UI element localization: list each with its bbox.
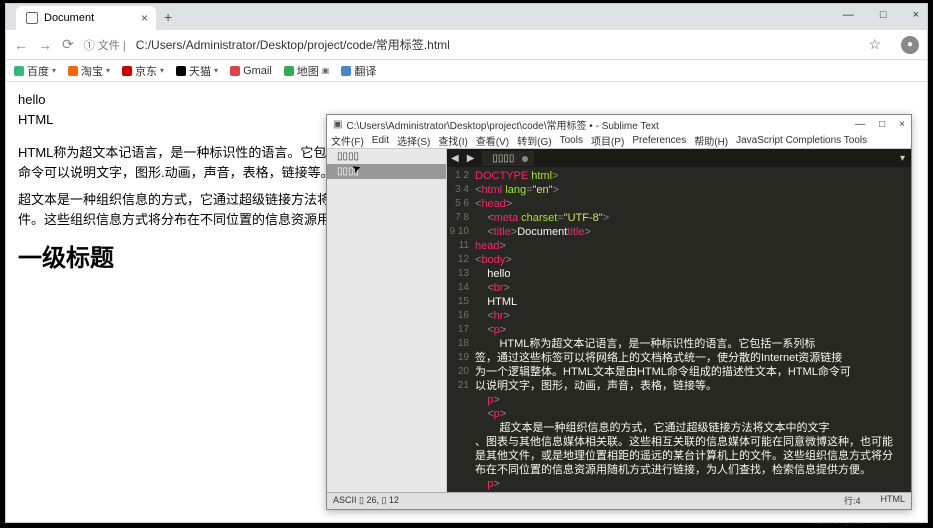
status-line-col[interactable]: 行:4 bbox=[844, 494, 861, 507]
favicon-icon bbox=[14, 66, 24, 76]
favicon-icon bbox=[176, 66, 186, 76]
tab-title: Document bbox=[44, 12, 94, 24]
sublime-title-text: C:\Users\Administrator\Desktop\project\c… bbox=[346, 117, 855, 132]
line-numbers: 1 2 3 4 5 6 7 8 9 10 11 12 13 14 15 16 1… bbox=[447, 167, 475, 492]
status-syntax[interactable]: HTML bbox=[881, 494, 906, 507]
sublime-sidebar: ▯▯▯▯ ▯▯▯▯ bbox=[327, 149, 447, 492]
chrome-toolbar: ← → ⟳ ① 文件 | C:/Users/Administrator/Desk… bbox=[6, 30, 927, 60]
editor-area: ◀ ▶ ▯▯▯▯ ▾ 1 2 3 4 5 6 7 8 9 10 11 12 13… bbox=[447, 149, 911, 492]
text-line: hello bbox=[18, 90, 915, 110]
close-tab-icon[interactable]: × bbox=[141, 11, 148, 25]
user-avatar-icon[interactable]: ● bbox=[901, 36, 919, 54]
tab-nav-left-icon[interactable]: ◀ bbox=[447, 153, 463, 164]
bookmark-item[interactable]: 淘宝▾ bbox=[68, 63, 110, 79]
menu-item[interactable]: 文件(F) bbox=[331, 133, 364, 148]
address-prefix: ① 文件 | bbox=[84, 37, 126, 53]
maximize-button[interactable]: □ bbox=[879, 119, 885, 130]
menu-item[interactable]: 转到(G) bbox=[517, 133, 551, 148]
menu-item[interactable]: 选择(S) bbox=[397, 133, 430, 148]
sublime-titlebar[interactable]: ▣ C:\Users\Administrator\Desktop\project… bbox=[327, 115, 911, 133]
reload-button[interactable]: ⟳ bbox=[62, 36, 74, 53]
bookmarks-bar: 百度▾ 淘宝▾ 京东▾ 天猫▾ Gmail 地图▣ 翻译 bbox=[6, 60, 927, 82]
watermark: https://blog.csdn.net/renaixu0314 bbox=[809, 517, 927, 526]
bookmark-item[interactable]: 地图▣ bbox=[284, 63, 330, 79]
menu-item[interactable]: 查找(I) bbox=[438, 133, 467, 148]
close-window-button[interactable]: × bbox=[909, 7, 923, 23]
bookmark-item[interactable]: 天猫▾ bbox=[176, 63, 218, 79]
sublime-menu-bar: 文件(F) Edit 选择(S) 查找(I) 查看(V) 转到(G) Tools 项目(P) P… bbox=[327, 133, 911, 149]
browser-tab[interactable]: Document × bbox=[16, 6, 156, 30]
code-editor[interactable]: 1 2 3 4 5 6 7 8 9 10 11 12 13 14 15 16 1… bbox=[447, 167, 911, 492]
page-icon bbox=[26, 12, 38, 24]
sublime-status-bar: ASCII ▯ 26, ▯ 12 行:4 HTML bbox=[327, 492, 911, 508]
chrome-window-controls: — □ × bbox=[839, 7, 923, 23]
chrome-tab-strip: Document × + — □ × bbox=[6, 4, 927, 30]
bookmark-star-icon[interactable]: ☆ bbox=[868, 36, 881, 53]
new-tab-button[interactable]: + bbox=[164, 9, 172, 25]
sublime-body: ▯▯▯▯ ▯▯▯▯ ◀ ▶ ▯▯▯▯ ▾ 1 2 3 4 5 6 7 8 9 1… bbox=[327, 149, 911, 492]
favicon-icon bbox=[68, 66, 78, 76]
editor-tab-bar: ◀ ▶ ▯▯▯▯ ▾ bbox=[447, 149, 911, 167]
editor-tab-label: ▯▯▯▯ bbox=[492, 153, 514, 164]
menu-item[interactable]: 项目(P) bbox=[591, 133, 624, 148]
sublime-window-controls: — □ × bbox=[855, 119, 905, 130]
menu-item[interactable]: Preferences bbox=[632, 135, 686, 146]
favicon-icon bbox=[341, 66, 351, 76]
code-lines[interactable]: DOCTYPE html> <html lang="en"> <head> <m… bbox=[475, 167, 911, 492]
sidebar-item-selected[interactable]: ▯▯▯▯ bbox=[327, 164, 446, 179]
favicon-icon bbox=[122, 66, 132, 76]
forward-button[interactable]: → bbox=[38, 37, 52, 53]
sublime-window: ▣ C:\Users\Administrator\Desktop\project… bbox=[326, 114, 912, 510]
minimize-button[interactable]: — bbox=[855, 119, 865, 130]
bookmark-item[interactable]: 京东▾ bbox=[122, 63, 164, 79]
maximize-button[interactable]: □ bbox=[876, 7, 891, 23]
bookmark-item[interactable]: 百度▾ bbox=[14, 63, 56, 79]
close-window-button[interactable]: × bbox=[899, 119, 905, 130]
address-bar[interactable]: C:/Users/Administrator/Desktop/project/c… bbox=[136, 36, 450, 53]
tab-dropdown-icon[interactable]: ▾ bbox=[900, 153, 911, 164]
menu-item[interactable]: JavaScript Completions Tools bbox=[736, 135, 867, 146]
menu-item[interactable]: 帮助(H) bbox=[694, 133, 728, 148]
minimize-button[interactable]: — bbox=[839, 7, 858, 23]
menu-item[interactable]: 查看(V) bbox=[476, 133, 509, 148]
menu-item[interactable]: Edit bbox=[372, 135, 389, 146]
status-left: ASCII ▯ 26, ▯ 12 bbox=[333, 495, 399, 506]
favicon-icon bbox=[284, 66, 294, 76]
bookmark-item[interactable]: 翻译 bbox=[341, 63, 376, 79]
menu-item[interactable]: Tools bbox=[560, 135, 583, 146]
unsaved-dot-icon bbox=[522, 156, 528, 162]
back-button[interactable]: ← bbox=[14, 37, 28, 53]
favicon-icon bbox=[230, 66, 240, 76]
sidebar-item[interactable]: ▯▯▯▯ bbox=[327, 149, 446, 164]
editor-tab[interactable]: ▯▯▯▯ bbox=[482, 151, 534, 166]
bookmark-item[interactable]: Gmail bbox=[230, 65, 272, 77]
tab-nav-right-icon[interactable]: ▶ bbox=[463, 153, 479, 164]
sublime-app-icon: ▣ bbox=[333, 119, 342, 130]
